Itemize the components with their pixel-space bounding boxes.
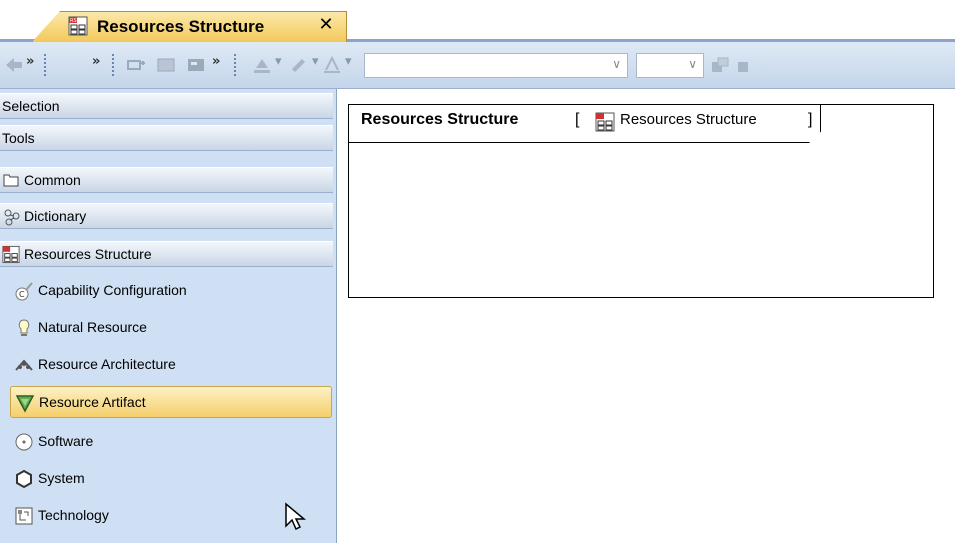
palette-section-dictionary[interactable]: Dictionary — [0, 203, 333, 229]
resources-structure-icon: RS — [68, 16, 88, 36]
arrange-icon[interactable] — [710, 56, 730, 74]
palette-section-tools[interactable]: Tools — [0, 125, 333, 151]
diagram-toolbar: » » » ▾ ▾ ▾ ∨ ∨ — [0, 42, 955, 89]
svg-text:C: C — [19, 290, 25, 299]
arrange-alt-icon[interactable] — [736, 56, 756, 74]
diagram-canvas[interactable]: Resources Structure [ Resources Structur… — [338, 89, 955, 543]
line-color-icon[interactable] — [288, 56, 308, 74]
palette-section-common[interactable]: Common — [0, 167, 333, 193]
technology-icon — [15, 507, 33, 525]
fill-color-icon[interactable] — [252, 56, 272, 74]
toolbar-separator — [112, 54, 115, 76]
mouse-pointer-icon — [285, 502, 307, 531]
diagram-type: Resources Structure — [620, 111, 757, 128]
layout-icon[interactable] — [156, 56, 176, 74]
system-icon — [16, 469, 32, 489]
diagram-name: Resources Structure — [361, 111, 519, 128]
diagram-palette: Selection Tools Common Dictionary Resour… — [0, 89, 337, 543]
palette-section-resources-structure[interactable]: Resources Structure — [0, 241, 333, 267]
palette-item-natural-resource[interactable]: Natural Resource — [10, 312, 332, 344]
resources-structure-icon — [595, 112, 615, 132]
text-color-icon[interactable] — [322, 56, 342, 74]
bracket-open: [ — [575, 111, 580, 128]
palette-section-selection[interactable]: Selection — [0, 93, 333, 119]
dropdown-arrow-icon[interactable]: ▾ — [275, 54, 282, 69]
dictionary-icon — [4, 209, 20, 226]
natural-resource-icon — [18, 319, 30, 336]
dropdown-arrow-icon[interactable]: ▾ — [345, 54, 352, 69]
resource-architecture-icon — [15, 359, 33, 371]
toolbar-separator — [44, 54, 47, 76]
palette-item-resource-artifact[interactable]: Resource Artifact — [10, 386, 332, 418]
software-icon — [15, 433, 33, 451]
toolbar-separator — [234, 54, 237, 76]
svg-text:RS: RS — [70, 18, 77, 24]
overflow-chevron-icon[interactable]: » — [92, 54, 100, 69]
back-arrow-icon[interactable] — [4, 56, 24, 74]
font-family-select[interactable]: ∨ — [364, 53, 628, 78]
diagram-frame[interactable]: Resources Structure [ Resources Structur… — [348, 104, 934, 298]
tab-title: Resources Structure — [97, 17, 265, 36]
bracket-close: ] — [808, 111, 813, 128]
capability-configuration-icon: C — [15, 282, 33, 301]
insert-row-icon[interactable] — [126, 56, 146, 74]
dropdown-arrow-icon[interactable]: ▾ — [312, 54, 319, 69]
font-size-select[interactable]: ∨ — [636, 53, 704, 78]
diagram-frame-header: Resources Structure [ Resources Structur… — [349, 105, 821, 143]
folder-icon — [3, 174, 19, 187]
palette-item-resource-architecture[interactable]: Resource Architecture — [10, 349, 332, 381]
overflow-chevron-icon[interactable]: » — [212, 54, 220, 69]
resource-artifact-icon — [15, 395, 35, 413]
overflow-chevron-icon[interactable]: » — [26, 54, 34, 69]
resources-structure-icon — [2, 245, 20, 264]
layout-alt-icon[interactable] — [186, 56, 206, 74]
editor-tab-strip: RS Resources Structure ✕ — [0, 5, 955, 42]
palette-item-capability-configuration[interactable]: C Capability Configuration — [10, 275, 332, 307]
palette-item-system[interactable]: System — [10, 463, 332, 495]
palette-item-software[interactable]: Software — [10, 426, 332, 458]
close-icon[interactable]: ✕ — [316, 15, 336, 35]
